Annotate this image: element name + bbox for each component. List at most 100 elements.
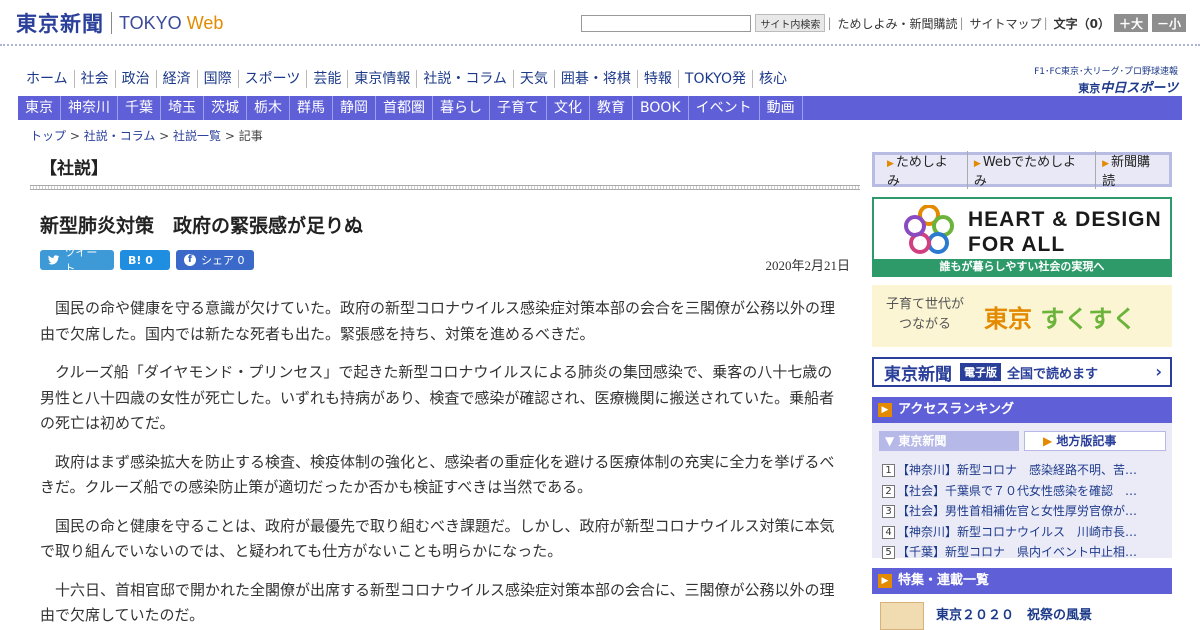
breadcrumb: トップ > 社説・コラム > 社説一覧 > 記事 (30, 129, 263, 143)
site-logo[interactable]: 東京新聞 TOKYO Web (16, 8, 223, 38)
digital-edition-message: 全国で読めます (1007, 366, 1099, 382)
tweet-button[interactable]: ツイート (40, 246, 114, 275)
facebook-share-button[interactable]: f シェア 0 (176, 250, 254, 270)
triangle-icon: ▶ (887, 158, 894, 169)
trial-subscribe-link[interactable]: ためしよみ・新聞購読 (837, 15, 957, 32)
chunichi-sports-banner[interactable]: F1･FC東京･大リーグ･プロ野球速報 東京中日スポーツ (1034, 64, 1178, 96)
facebook-icon: f (184, 254, 196, 266)
header-tools: サイト内検索 | ためしよみ・新聞購読 | サイトマップ | 文字（0） ＋大 … (581, 14, 1186, 32)
article-paragraph: クルーズ船「ダイヤモンド・プリンセス」で起きた新型コロナウイルスによる肺炎の集団… (40, 363, 835, 432)
ranking-item[interactable]: 4 【神奈川】新型コロナウイルス 川崎市長… (882, 522, 1166, 543)
article-paragraph: 国民の命と健康を守ることは、政府が最優先で取り組むべき課題だ。しかし、政府が新型… (40, 516, 835, 561)
main-nav-item[interactable]: 政治 (116, 70, 157, 88)
local-nav-item[interactable]: 埼玉 (161, 96, 204, 120)
font-size-label: 文字（0） (1053, 16, 1110, 31)
tab-local-edition[interactable]: ▶ 地方版記事 (1024, 431, 1166, 451)
chunichi-logo: 東京中日スポーツ (1078, 81, 1178, 96)
local-nav-item[interactable]: 暮らし (433, 96, 490, 120)
tokyo-sukusuku-banner[interactable]: 子育て世代が つながる 東京 すくすく (872, 285, 1172, 347)
logo-japanese: 東京新聞 (16, 11, 104, 36)
feature-title: 東京２０２０ 祝祭の風景 (936, 608, 1093, 623)
font-bigger-button[interactable]: ＋大 (1113, 14, 1148, 32)
search-input[interactable] (581, 14, 752, 32)
triangle-icon: ▶ (973, 158, 981, 169)
article-paragraph: 政府はまず感染拡大を防止する検査、検疫体制の強化と、感染者の重症化を避ける医療体… (40, 452, 835, 497)
local-nav-item[interactable]: 首都圏 (376, 96, 433, 120)
breadcrumb-current: 記事 (238, 129, 263, 143)
local-nav-item[interactable]: 茨城 (204, 96, 247, 120)
features-header: ▶ 特集・連載一覧 (872, 568, 1172, 594)
trial-link[interactable]: ▶ 新聞購読 (1096, 151, 1169, 189)
hatena-label: B! 0 (128, 253, 153, 267)
local-nav-item[interactable]: 静岡 (333, 96, 376, 120)
rank-number: 1 (882, 464, 895, 477)
font-smaller-button[interactable]: －小 (1151, 14, 1186, 32)
ranking-item[interactable]: 1 【神奈川】新型コロナ 感染経路不明、苦… (882, 460, 1166, 481)
ranking-title: アクセスランキング (898, 402, 1014, 417)
main-nav-item[interactable]: 社会 (75, 70, 116, 88)
rank-number: 4 (882, 525, 895, 539)
trial-link[interactable]: ▶ Webでためしよみ (968, 150, 1097, 189)
local-nav-item[interactable]: 東京 (18, 96, 61, 120)
chevron-right-icon: › (1155, 362, 1162, 381)
local-nav-item[interactable]: 文化 (547, 96, 590, 120)
local-nav-item[interactable]: 子育て (490, 96, 547, 120)
local-nav-item[interactable]: 栃木 (247, 96, 290, 120)
main-nav-item[interactable]: TOKYO発 (679, 70, 753, 88)
breadcrumb-editorial-list[interactable]: 社説一覧 (173, 129, 221, 143)
section-title: 【社説】 (40, 159, 108, 179)
twitter-icon (48, 255, 60, 265)
local-nav: 東京 神奈川 千葉 埼玉 茨城 栃木 群馬 静岡 首都圏 暮らし 子育て 文化 教育 BOOK イベント 動画 (18, 96, 1182, 120)
article-headline: 新型肺炎対策 政府の緊張感が足りぬ (40, 215, 364, 237)
local-nav-item[interactable]: 動画 (760, 96, 803, 120)
heart-design-banner[interactable]: HEART & DESIGN FOR ALL 誰もが暮らしやすい社会の実現へ (872, 197, 1172, 277)
flower-logo-icon (904, 205, 954, 254)
logo-divider (111, 12, 112, 34)
main-nav-item[interactable]: 社説・コラム (417, 70, 514, 88)
main-nav-item[interactable]: 囲碁・将棋 (555, 70, 638, 88)
logo-english: TOKYO Web (119, 12, 224, 33)
ranking-item[interactable]: 5 【千葉】新型コロナ 県内イベント中止相… (882, 542, 1166, 563)
features-title: 特集・連載一覧 (898, 573, 990, 588)
sitemap-link[interactable]: サイトマップ (970, 15, 1042, 32)
article-paragraph: 十六日、首相官邸で開かれた全閣僚が出席する新型コロナウイルス感染症対策本部の会合… (40, 580, 835, 625)
feature-item[interactable]: 東京２０２０ 祝祭の風景 (872, 598, 1172, 630)
main-nav-item[interactable]: 天気 (514, 70, 555, 88)
digital-edition-banner[interactable]: 東京新聞 電子版 全国で読めます › (872, 357, 1172, 387)
rank-number: 3 (882, 505, 895, 518)
ranking-item[interactable]: 2 【社会】千葉県で７０代女性感染を確認 … (882, 481, 1166, 502)
main-nav-item[interactable]: 経済 (157, 70, 198, 88)
share-buttons: ツイート B! 0 f シェア 0 (40, 246, 260, 275)
triangle-icon: ▶ (1102, 158, 1110, 169)
trial-link[interactable]: ▶ ためしよみ (881, 150, 968, 189)
breadcrumb-top[interactable]: トップ (30, 129, 66, 143)
local-nav-item[interactable]: イベント (689, 96, 760, 120)
hatena-bookmark-button[interactable]: B! 0 (120, 250, 170, 270)
main-nav-item[interactable]: 国際 (198, 70, 239, 88)
feature-thumbnail (880, 602, 924, 630)
article-date: 2020年2月21日 (765, 258, 850, 273)
sukusuku-title: 東京 すくすく (984, 305, 1137, 333)
main-nav-item[interactable]: 東京情報 (348, 70, 418, 88)
heart-design-caption: 誰もが暮らしやすい社会の実現へ (874, 259, 1170, 275)
main-nav-item[interactable]: ホーム (20, 70, 75, 88)
chunichi-tagline: F1･FC東京･大リーグ･プロ野球速報 (1034, 67, 1178, 77)
main-nav-item[interactable]: 特報 (638, 70, 679, 88)
local-nav-item[interactable]: BOOK (633, 96, 689, 120)
local-nav-item[interactable]: 教育 (590, 96, 633, 120)
local-nav-item[interactable]: 群馬 (290, 96, 333, 120)
breadcrumb-column[interactable]: 社説・コラム (84, 129, 156, 143)
search-button[interactable]: サイト内検索 (755, 14, 826, 32)
local-nav-item[interactable]: 神奈川 (61, 96, 118, 120)
divider: | (1043, 16, 1048, 30)
sukusuku-tagline: 子育て世代が つながる (886, 297, 965, 332)
local-nav-item[interactable]: 千葉 (118, 96, 161, 120)
facebook-label: シェア 0 (201, 254, 245, 267)
main-nav-item[interactable]: スポーツ (239, 70, 308, 88)
divider: | (959, 16, 964, 30)
ranking-item[interactable]: 3 【社会】男性首相補佐官と女性厚労官僚が… (882, 501, 1166, 522)
main-nav-item[interactable]: 核心 (753, 70, 793, 88)
tab-tokyo-shimbun[interactable]: ▼ 東京新聞 (879, 431, 1019, 451)
main-nav-item[interactable]: 芸能 (307, 70, 349, 88)
rank-number: 5 (882, 546, 895, 559)
